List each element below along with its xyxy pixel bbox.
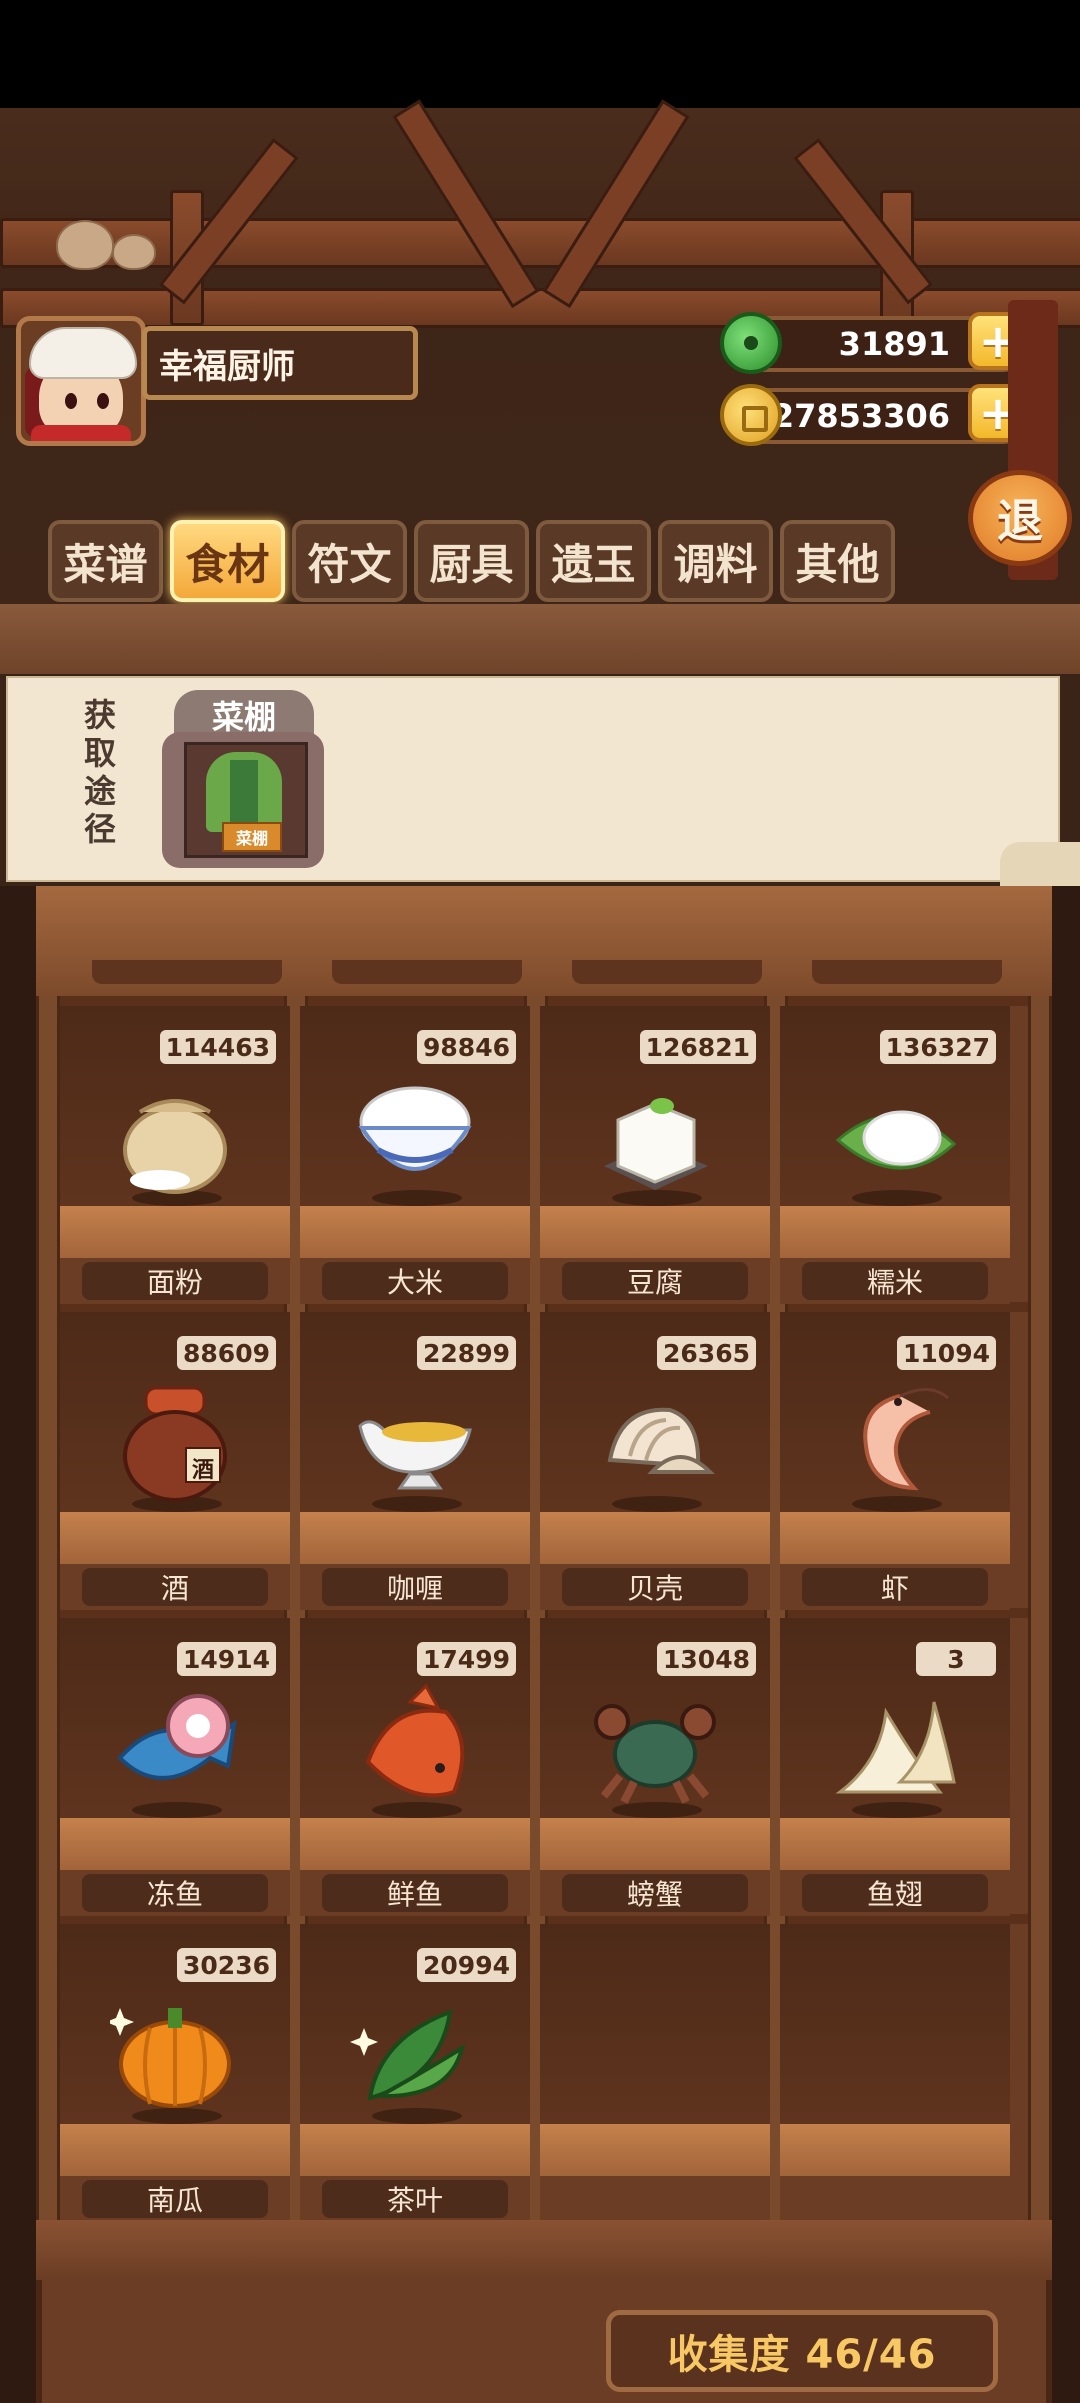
item-count: 13048 [657,1642,756,1676]
shrimp-icon [830,1376,960,1510]
item-count: 26365 [657,1336,756,1370]
item-name: 冻鱼 [82,1874,268,1912]
shelf-divider [36,996,60,2222]
tab-cookware[interactable]: 厨具 [414,520,529,602]
item-count: 17499 [417,1642,516,1676]
item-count: 14914 [177,1642,276,1676]
tab-recipes[interactable]: 菜谱 [48,520,163,602]
item-count: 98846 [417,1030,516,1064]
item-count: 30236 [177,1948,276,1982]
chicks-decoration [50,210,160,270]
item-count: 88609 [177,1336,276,1370]
ingredient-slot[interactable]: 26365 贝壳 [540,1312,770,1610]
scroll-curl [1000,842,1080,886]
ingredient-slot[interactable]: 22899 咖喱 [300,1312,530,1610]
item-name: 糯米 [802,1262,988,1300]
ingredient-slot[interactable]: 14914 冻鱼 [60,1618,290,1916]
tofu-icon [590,1070,720,1204]
item-name: 鲜鱼 [322,1874,508,1912]
jade-icon [720,312,782,374]
wine-jar-icon: 酒 [110,1376,240,1510]
item-count: 11094 [897,1336,996,1370]
empty-slot [780,1924,1010,2222]
ingredient-slot[interactable]: 3 鱼翅 [780,1618,1010,1916]
item-count: 3 [916,1642,996,1676]
source-label: 获取途径 [83,696,116,848]
empty-slot [540,1924,770,2222]
fresh-fish-icon [350,1682,480,1816]
ingredient-slot[interactable]: 98846 大米 [300,1006,530,1304]
cabinet-bottom [36,2220,1052,2280]
item-name: 南瓜 [82,2180,268,2218]
shark-fin-icon [830,1682,960,1816]
header-shelf [0,604,1080,674]
item-count: 126821 [639,1030,756,1064]
category-tabs: 菜谱 食材 符文 厨具 遗玉 调料 其他 [48,520,895,602]
flour-sack-icon [110,1070,240,1204]
ingredient-slot[interactable]: 20994 茶叶 [300,1924,530,2222]
ingredient-slot[interactable]: 126821 豆腐 [540,1006,770,1304]
player-name: 幸福厨师 [142,326,418,400]
tab-runes[interactable]: 符文 [292,520,407,602]
item-name: 大米 [322,1262,508,1300]
ingredient-slot[interactable]: 17499 鲜鱼 [300,1618,530,1916]
ingredient-slot[interactable]: 13048 螃蟹 [540,1618,770,1916]
ingredient-slot[interactable]: 114463 面粉 [60,1006,290,1304]
item-name: 咖喱 [322,1568,508,1606]
coin-icon [720,384,782,446]
tea-leaves-icon [350,1988,480,2122]
tab-ingredients[interactable]: 食材 [170,520,285,602]
vegetable-shed-icon[interactable]: 菜棚 [162,732,324,868]
item-name: 虾 [802,1568,988,1606]
item-count: 136327 [879,1030,996,1064]
clam-shell-icon [590,1376,720,1510]
item-count: 114463 [159,1030,276,1064]
item-name: 酒 [82,1568,268,1606]
right-wall [1052,886,1080,2403]
status-bar [0,0,1080,108]
pumpkin-icon [106,1988,240,2122]
frozen-fish-icon [110,1682,240,1816]
vegetable-shed-sign: 菜棚 [222,822,282,852]
collection-progress: 收集度 46/46 [606,2310,998,2392]
tab-seasonings[interactable]: 调料 [658,520,773,602]
left-wall [0,886,36,2403]
item-name: 鱼翅 [802,1874,988,1912]
ingredient-slot[interactable]: 11094 虾 [780,1312,1010,1610]
ingredient-slot[interactable]: 136327 糯米 [780,1006,1010,1304]
item-count: 20994 [417,1948,516,1982]
ingredient-slot[interactable]: 30236 南瓜 [60,1924,290,2222]
crab-icon [590,1682,720,1816]
tab-other[interactable]: 其他 [780,520,895,602]
coin-amount: 27853306 [771,397,950,435]
item-name: 螃蟹 [562,1874,748,1912]
item-count: 22899 [417,1336,516,1370]
item-name: 贝壳 [562,1568,748,1606]
jade-amount: 31891 [838,325,950,363]
exit-button[interactable]: 退 [968,470,1072,566]
tab-relic-jade[interactable]: 遗玉 [536,520,651,602]
item-name: 茶叶 [322,2180,508,2218]
item-name: 豆腐 [562,1262,748,1300]
ingredient-slot[interactable]: 酒 88609 酒 [60,1312,290,1610]
item-name: 面粉 [82,1262,268,1300]
rice-bowl-icon [350,1070,480,1204]
shelf-divider [1028,996,1052,2222]
sticky-rice-leaf-icon [830,1070,960,1204]
wine-jar-label: 酒 [191,1458,214,1483]
player-avatar[interactable] [16,316,146,446]
curry-gravy-boat-icon [350,1376,480,1510]
